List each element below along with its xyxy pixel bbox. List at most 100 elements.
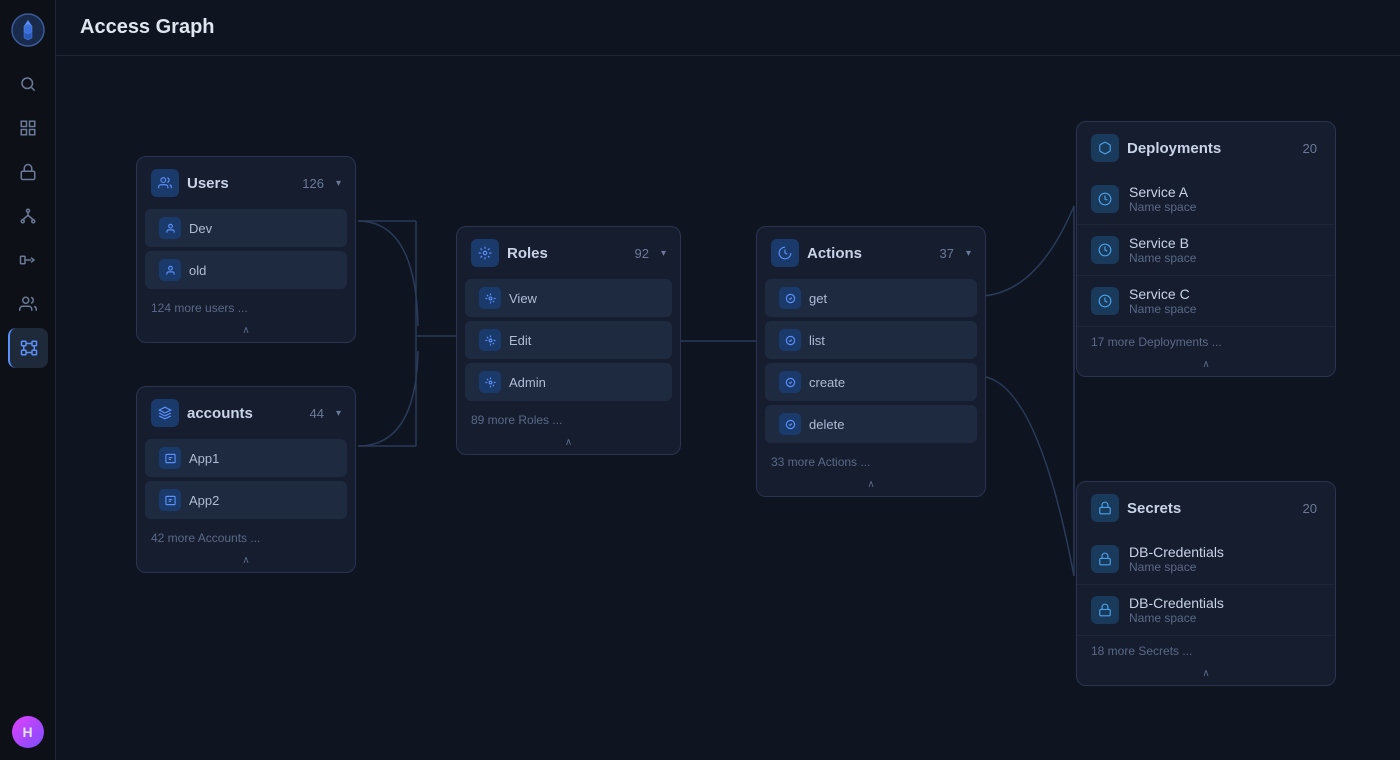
- users-item-old[interactable]: old: [145, 251, 347, 289]
- actions-item-create-label: create: [809, 375, 845, 390]
- deployment-info-b: Service B Name space: [1129, 235, 1196, 265]
- roles-more[interactable]: 89 more Roles ...: [457, 405, 680, 433]
- roles-item-admin-label: Admin: [509, 375, 546, 390]
- action-icon-get: [779, 287, 801, 309]
- roles-card-title: Roles: [507, 245, 627, 262]
- users-card-chevron[interactable]: ▾: [336, 178, 341, 189]
- actions-item-get-label: get: [809, 291, 827, 306]
- accounts-collapse[interactable]: ∧: [137, 551, 355, 572]
- actions-item-create[interactable]: create: [765, 363, 977, 401]
- roles-item-view-label: View: [509, 291, 537, 306]
- sidebar-item-network[interactable]: [8, 196, 48, 236]
- roles-item-view[interactable]: View: [465, 279, 672, 317]
- canvas: Users 126 ▾ Dev: [56, 56, 1400, 760]
- roles-collapse[interactable]: ∧: [457, 433, 680, 454]
- deployments-card-title: Deployments: [1127, 140, 1295, 157]
- actions-card-icon: [771, 239, 799, 267]
- sidebar-item-search[interactable]: [8, 64, 48, 104]
- deployment-namespace-c: Name space: [1129, 302, 1196, 316]
- actions-card-title: Actions: [807, 245, 932, 262]
- deployment-name-c: Service C: [1129, 286, 1196, 302]
- sidebar-item-graph[interactable]: [8, 328, 48, 368]
- users-item-dev[interactable]: Dev: [145, 209, 347, 247]
- deployment-item-service-c[interactable]: Service C Name space: [1077, 276, 1335, 327]
- users-card-icon: [151, 169, 179, 197]
- secret-item-db1[interactable]: DB-Credentials Name space: [1077, 534, 1335, 585]
- account-icon-1: [159, 447, 181, 469]
- user-avatar[interactable]: H: [12, 716, 44, 748]
- actions-card: Actions 37 ▾ get: [756, 226, 986, 497]
- deployment-item-service-a[interactable]: Service A Name space: [1077, 174, 1335, 225]
- roles-item-edit[interactable]: Edit: [465, 321, 672, 359]
- role-icon-edit: [479, 329, 501, 351]
- deployment-icon-a: [1091, 185, 1119, 213]
- sidebar-item-users[interactable]: [8, 284, 48, 324]
- accounts-item-app1[interactable]: App1: [145, 439, 347, 477]
- users-more[interactable]: 124 more users ...: [137, 293, 355, 321]
- secrets-card: Secrets 20 DB-Credentials Name space: [1076, 481, 1336, 686]
- roles-card-chevron[interactable]: ▾: [661, 248, 666, 259]
- actions-item-list[interactable]: list: [765, 321, 977, 359]
- secrets-card-title: Secrets: [1127, 500, 1295, 517]
- deployment-namespace-b: Name space: [1129, 251, 1196, 265]
- users-item-old-label: old: [189, 263, 206, 278]
- deployments-card-header[interactable]: Deployments 20: [1077, 122, 1335, 174]
- users-item-dev-label: Dev: [189, 221, 212, 236]
- deployment-item-service-b[interactable]: Service B Name space: [1077, 225, 1335, 276]
- accounts-card-chevron[interactable]: ▾: [336, 408, 341, 419]
- secrets-card-icon: [1091, 494, 1119, 522]
- actions-item-list-label: list: [809, 333, 825, 348]
- secrets-more[interactable]: 18 more Secrets ...: [1077, 636, 1335, 664]
- actions-item-delete-label: delete: [809, 417, 844, 432]
- deployment-icon-b: [1091, 236, 1119, 264]
- sidebar-item-integrations[interactable]: [8, 240, 48, 280]
- action-icon-create: [779, 371, 801, 393]
- secrets-collapse[interactable]: ∧: [1077, 664, 1335, 685]
- secrets-card-count: 20: [1303, 501, 1317, 516]
- sidebar-bottom: H: [12, 716, 44, 748]
- accounts-card: accounts 44 ▾ App1: [136, 386, 356, 573]
- deployment-namespace-a: Name space: [1129, 200, 1196, 214]
- accounts-card-header[interactable]: accounts 44 ▾: [137, 387, 355, 439]
- roles-card-icon: [471, 239, 499, 267]
- deployments-card-icon: [1091, 134, 1119, 162]
- deployments-more[interactable]: 17 more Deployments ...: [1077, 327, 1335, 355]
- secrets-card-header[interactable]: Secrets 20: [1077, 482, 1335, 534]
- roles-card-header[interactable]: Roles 92 ▾: [457, 227, 680, 279]
- deployment-name-b: Service B: [1129, 235, 1196, 251]
- deployments-collapse[interactable]: ∧: [1077, 355, 1335, 376]
- secret-namespace-1: Name space: [1129, 560, 1224, 574]
- accounts-card-count: 44: [310, 406, 324, 421]
- actions-more[interactable]: 33 more Actions ...: [757, 447, 985, 475]
- page-title: Access Graph: [80, 16, 215, 39]
- role-icon-admin: [479, 371, 501, 393]
- deployment-info-c: Service C Name space: [1129, 286, 1196, 316]
- sidebar-item-security[interactable]: [8, 152, 48, 192]
- secret-icon-2: [1091, 596, 1119, 624]
- users-collapse[interactable]: ∧: [137, 321, 355, 342]
- actions-card-header[interactable]: Actions 37 ▾: [757, 227, 985, 279]
- secret-name-2: DB-Credentials: [1129, 595, 1224, 611]
- user-icon-2: [159, 259, 181, 281]
- deployments-card: Deployments 20 Service A Name space: [1076, 121, 1336, 377]
- role-icon-view: [479, 287, 501, 309]
- deployment-info-a: Service A Name space: [1129, 184, 1196, 214]
- accounts-more[interactable]: 42 more Accounts ...: [137, 523, 355, 551]
- sidebar-item-dashboard[interactable]: [8, 108, 48, 148]
- sidebar: H: [0, 0, 56, 760]
- accounts-item-app2[interactable]: App2: [145, 481, 347, 519]
- app-logo[interactable]: [10, 12, 46, 48]
- deployment-icon-c: [1091, 287, 1119, 315]
- actions-item-delete[interactable]: delete: [765, 405, 977, 443]
- secret-icon-1: [1091, 545, 1119, 573]
- actions-item-get[interactable]: get: [765, 279, 977, 317]
- secret-item-db2[interactable]: DB-Credentials Name space: [1077, 585, 1335, 636]
- users-card-header[interactable]: Users 126 ▾: [137, 157, 355, 209]
- secret-info-2: DB-Credentials Name space: [1129, 595, 1224, 625]
- actions-collapse[interactable]: ∧: [757, 475, 985, 496]
- user-icon: [159, 217, 181, 239]
- users-card: Users 126 ▾ Dev: [136, 156, 356, 343]
- roles-item-admin[interactable]: Admin: [465, 363, 672, 401]
- secret-info-1: DB-Credentials Name space: [1129, 544, 1224, 574]
- actions-card-chevron[interactable]: ▾: [966, 248, 971, 259]
